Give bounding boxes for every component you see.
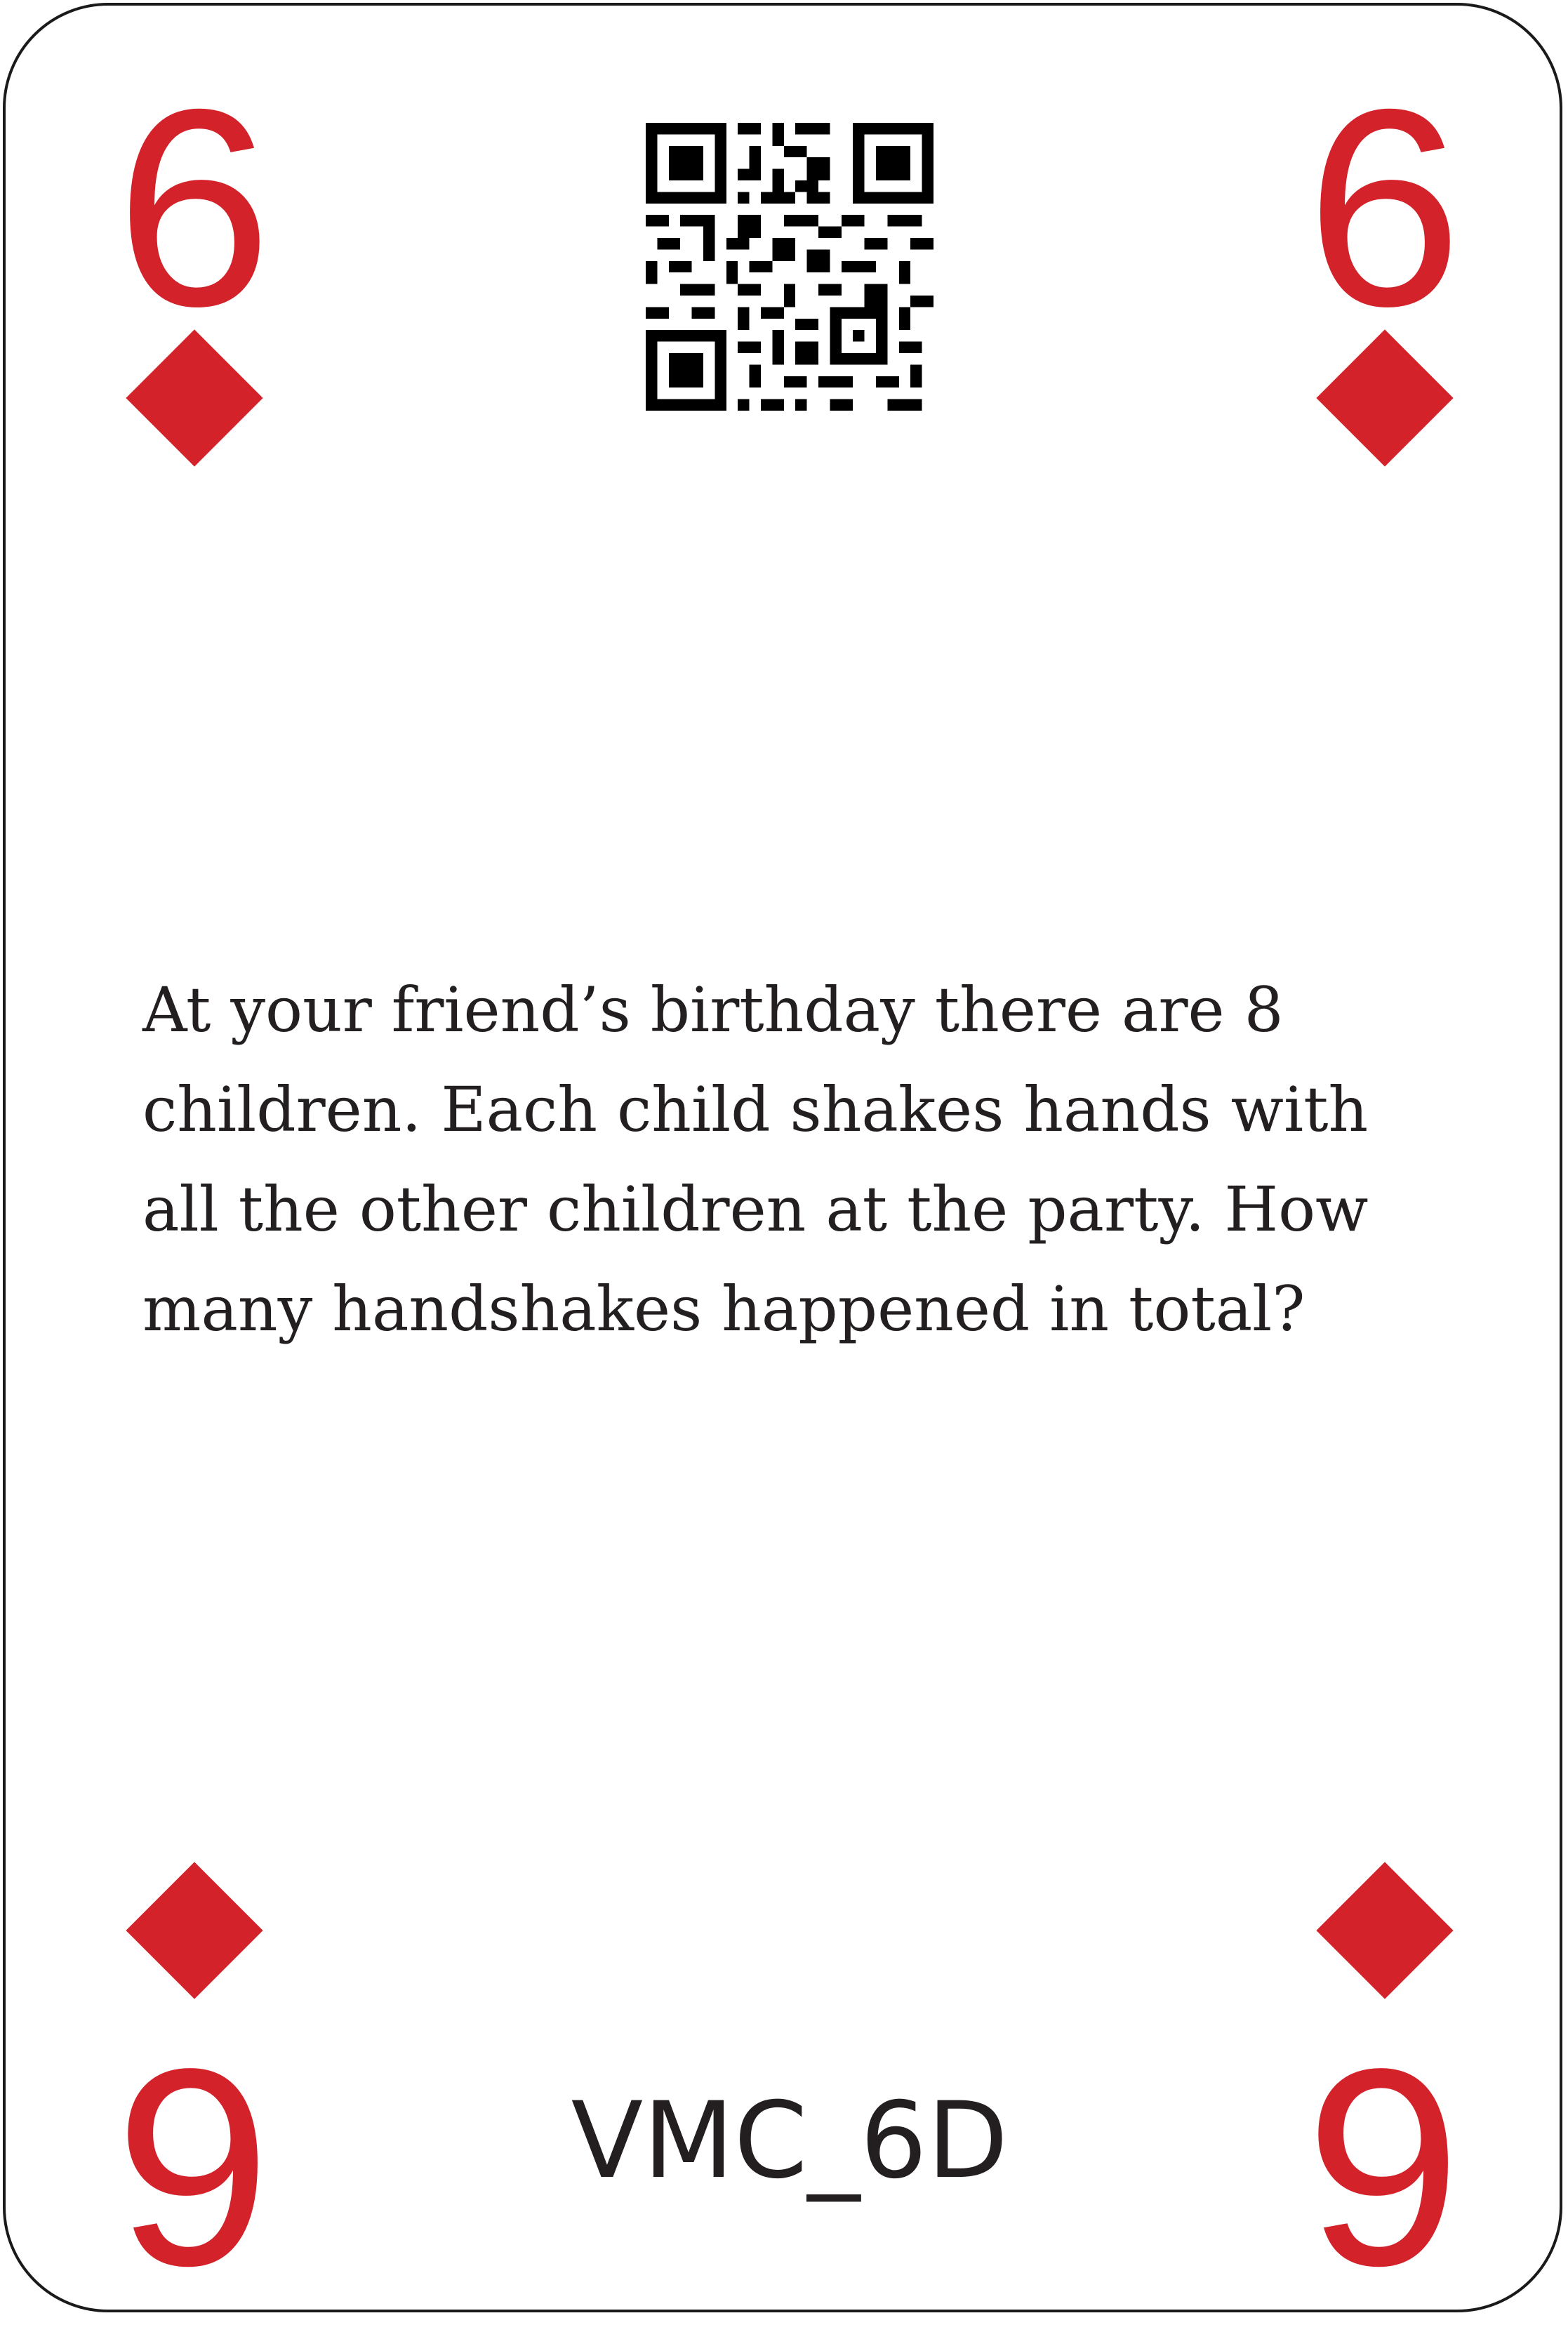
playing-card: 6 6 At your friend’s birthday there are … xyxy=(3,3,1562,2325)
rank-top-right: 6 xyxy=(1305,51,1463,364)
qr-code-icon[interactable] xyxy=(646,123,934,411)
rank-bottom-right: 6 xyxy=(1305,2011,1463,2325)
diamond-icon xyxy=(1316,1862,1454,1999)
rank-bottom-left: 6 xyxy=(115,2011,272,2325)
question-text: At your friend’s birthday there are 8 ch… xyxy=(142,974,1369,1345)
card-code: VMC_6D xyxy=(571,2080,1009,2202)
diamond-icon xyxy=(126,1862,263,1999)
rank-top-left: 6 xyxy=(115,51,272,364)
